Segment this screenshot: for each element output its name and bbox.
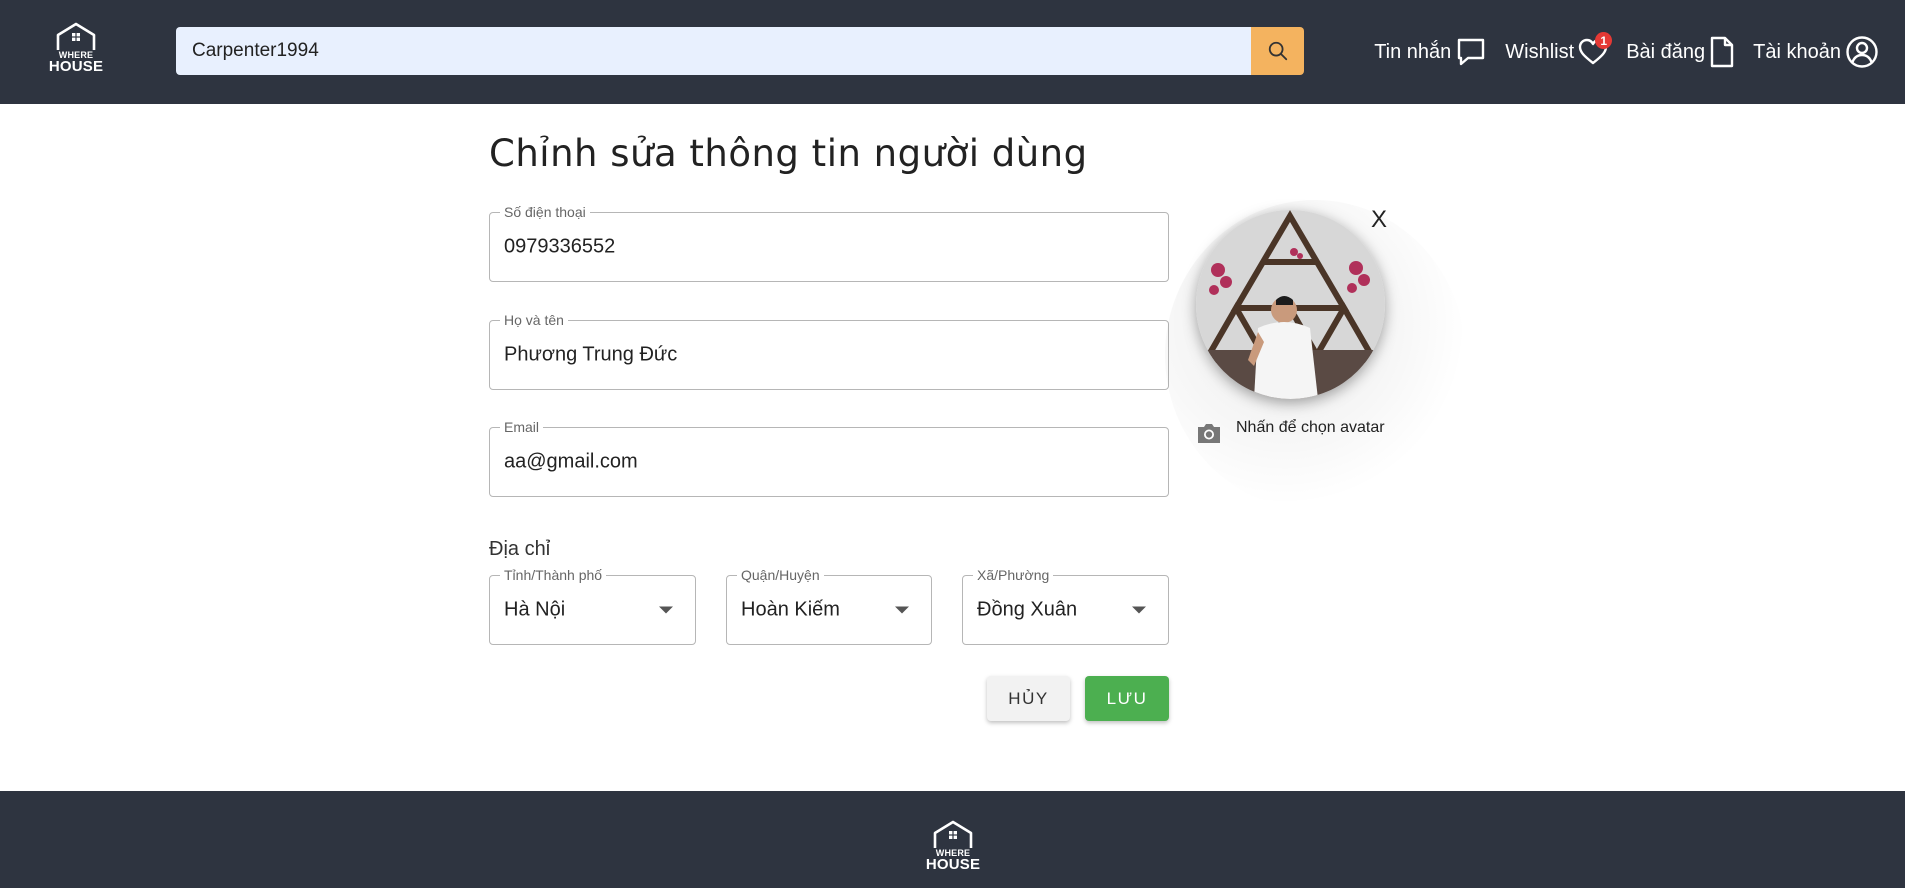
fullname-field[interactable]: Họ và tên (489, 312, 1169, 390)
camera-icon[interactable] (1196, 421, 1222, 450)
user-circle-icon (1846, 36, 1878, 68)
nav-posts[interactable]: Bài đăng (1626, 36, 1735, 68)
district-select[interactable]: Quận/Huyện Hoàn Kiếm (726, 567, 932, 645)
avatar-hint-text: Nhấn để chọn avatar (1236, 419, 1385, 436)
address-heading: Địa chỉ (489, 538, 551, 560)
document-icon (1710, 36, 1734, 68)
province-select-value: Hà Nội (504, 598, 566, 621)
logo-text-house: HOUSE (48, 58, 104, 75)
province-select-label: Tỉnh/Thành phố (500, 567, 607, 583)
close-icon[interactable]: X (1371, 206, 1387, 234)
email-field[interactable]: Email (489, 419, 1169, 497)
save-button[interactable]: LƯU (1085, 676, 1169, 721)
wishlist-count-badge: 1 (1595, 32, 1613, 49)
phone-field[interactable]: Số điện thoại (489, 204, 1169, 282)
avatar-photo (1196, 210, 1385, 399)
logo-text-house: HOUSE (925, 856, 981, 873)
ward-select-label: Xã/Phường (973, 567, 1054, 583)
nav-wishlist[interactable]: Wishlist 1 (1505, 32, 1613, 66)
house-logo-icon (56, 22, 96, 50)
phone-field-label: Số điện thoại (500, 204, 590, 220)
district-select-label: Quận/Huyện (737, 567, 824, 583)
nav-wishlist-label: Wishlist (1505, 40, 1575, 63)
nav-posts-label: Bài đăng (1626, 40, 1706, 63)
ward-select[interactable]: Xã/Phường Đồng Xuân (962, 567, 1169, 645)
fullname-input[interactable] (504, 343, 1154, 367)
search-icon (1268, 41, 1287, 61)
district-select-value: Hoàn Kiếm (741, 598, 840, 621)
search-input[interactable] (176, 27, 1251, 75)
email-input[interactable] (504, 450, 1154, 474)
house-logo-icon (933, 820, 973, 848)
search-bar (176, 27, 1304, 75)
avatar-image[interactable] (1196, 210, 1385, 399)
chevron-down-icon (895, 606, 909, 614)
phone-input[interactable] (504, 235, 1154, 259)
nav-account[interactable]: Tài khoản (1753, 35, 1879, 69)
header-nav: Tin nhắn Wishlist 1 Bài đăng Tài khoản (1356, 30, 1879, 74)
chevron-down-icon (659, 606, 673, 614)
province-select[interactable]: Tỉnh/Thành phố Hà Nội (489, 567, 696, 645)
nav-messages-label: Tin nhắn (1374, 40, 1452, 63)
top-header: WHERE HOUSE Tin nhắn Wishlist 1 Bài đăng (0, 0, 1905, 104)
chat-bubble-icon (1458, 38, 1485, 66)
email-field-label: Email (500, 419, 544, 435)
page-title: Chỉnh sửa thông tin người dùng (489, 132, 1088, 175)
ward-select-value: Đồng Xuân (977, 598, 1078, 621)
chevron-down-icon (1132, 606, 1146, 614)
fullname-field-label: Họ và tên (500, 312, 568, 328)
search-button[interactable] (1251, 27, 1304, 75)
nav-account-label: Tài khoản (1753, 40, 1841, 63)
header-logo[interactable]: WHERE HOUSE (46, 22, 106, 74)
cancel-button[interactable]: HỦY (987, 676, 1070, 721)
nav-messages[interactable]: Tin nhắn (1374, 36, 1487, 68)
footer-logo[interactable]: WHERE HOUSE (923, 820, 983, 872)
